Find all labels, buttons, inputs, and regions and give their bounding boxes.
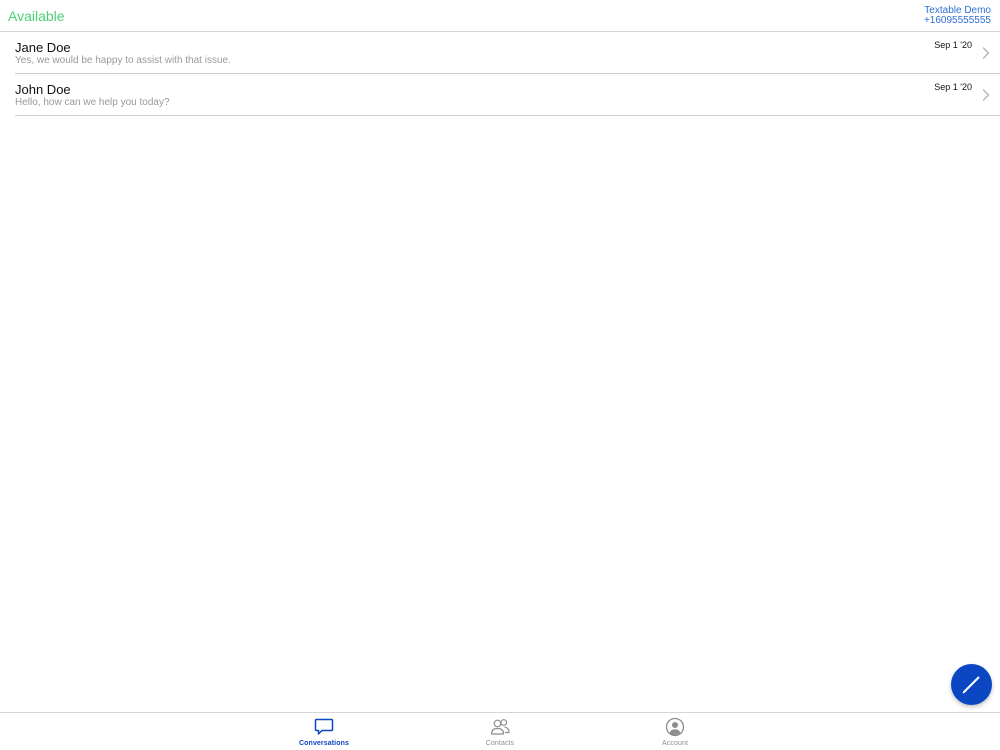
conversation-list: Jane Doe Yes, we would be happy to assis… xyxy=(0,32,1000,116)
tab-conversations[interactable]: Conversations xyxy=(279,713,369,750)
message-date: Sep 1 '20 xyxy=(934,82,972,92)
message-preview: Hello, how can we help you today? xyxy=(15,97,170,108)
account-info[interactable]: Textable Demo +16095555555 xyxy=(924,6,991,26)
contact-name: John Doe xyxy=(15,82,71,97)
user-circle-icon xyxy=(665,717,685,737)
tab-account[interactable]: Account xyxy=(630,713,720,750)
contact-name: Jane Doe xyxy=(15,40,71,55)
chevron-right-icon xyxy=(982,47,990,59)
conversation-row[interactable]: John Doe Hello, how can we help you toda… xyxy=(15,74,1000,116)
account-phone: +16095555555 xyxy=(923,15,991,26)
availability-status[interactable]: Available xyxy=(8,8,65,25)
pencil-icon xyxy=(962,676,980,694)
tab-label: Conversations xyxy=(299,740,349,747)
message-preview: Yes, we would be happy to assist with th… xyxy=(15,55,231,66)
tab-bar: Conversations Contacts Account xyxy=(0,712,1000,750)
people-icon xyxy=(490,719,510,735)
compose-button[interactable] xyxy=(951,664,992,705)
chat-bubble-icon xyxy=(314,718,334,735)
tab-label: Account xyxy=(662,740,688,747)
conversation-row[interactable]: Jane Doe Yes, we would be happy to assis… xyxy=(15,32,1000,74)
tab-contacts[interactable]: Contacts xyxy=(455,713,545,750)
app-window: Available Textable Demo +16095555555 Jan… xyxy=(0,0,1000,750)
tab-label: Contacts xyxy=(485,740,515,747)
message-date: Sep 1 '20 xyxy=(934,40,972,50)
top-header: Available Textable Demo +16095555555 xyxy=(0,0,1000,32)
chevron-right-icon xyxy=(982,89,990,101)
